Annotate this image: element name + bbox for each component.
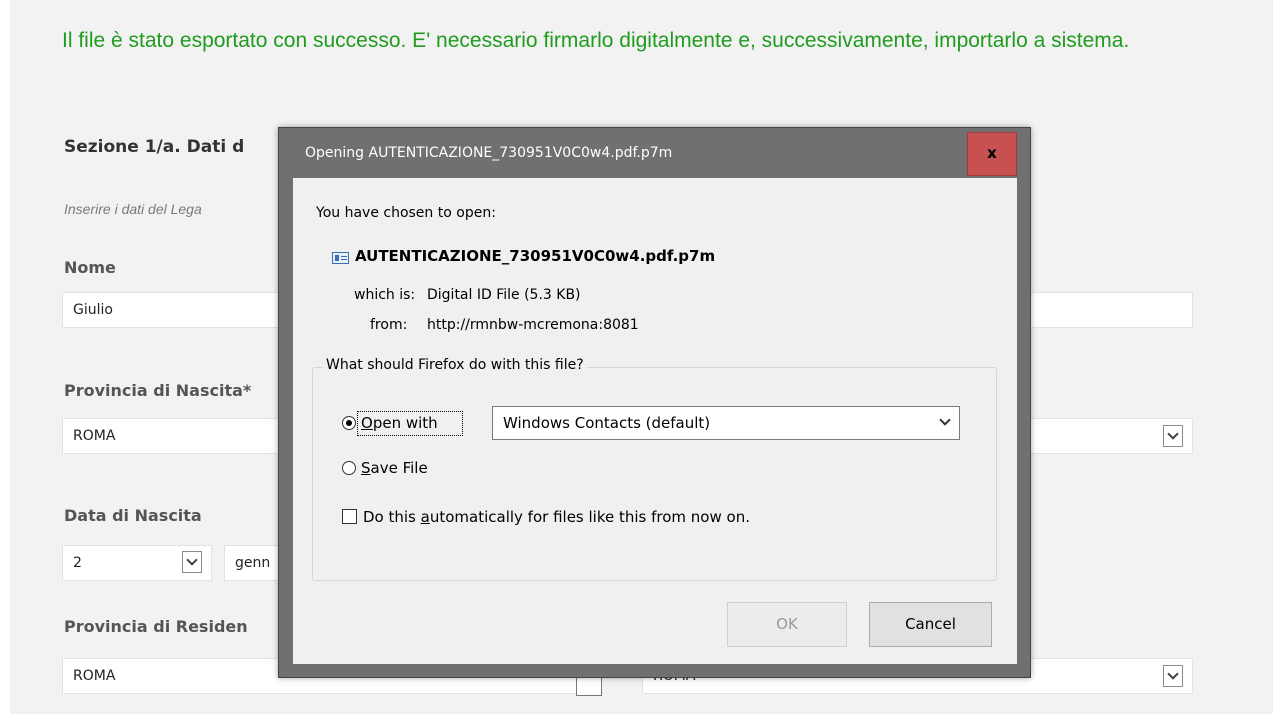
data-nascita-label: Data di Nascita [64, 506, 202, 525]
digital-id-file-icon [332, 252, 349, 264]
ok-button[interactable]: OK [727, 602, 847, 647]
save-file-radio[interactable] [342, 461, 356, 475]
residenza-checkbox[interactable] [576, 676, 602, 696]
section-title: Sezione 1/a. Dati d [64, 137, 245, 157]
chevron-down-icon [939, 414, 951, 426]
file-action-legend: What should Firefox do with this file? [323, 357, 587, 373]
section-hint: Inserire i dati del Lega [64, 201, 202, 217]
comune-residenza-dropdown-icon[interactable] [1163, 665, 1183, 687]
provincia-residenza-label: Provincia di Residen [64, 617, 248, 636]
nome-label: Nome [64, 258, 116, 277]
giorno-dropdown-icon[interactable] [182, 551, 202, 573]
open-with-radio[interactable] [342, 416, 356, 430]
from-label: from: [370, 317, 408, 333]
provincia-nascita-dropdown-icon[interactable] [1163, 425, 1183, 447]
chosen-to-open-label: You have chosen to open: [316, 205, 496, 221]
dialog-body: You have chosen to open: AUTENTICAZIONE_… [293, 178, 1017, 664]
auto-action-checkbox[interactable] [342, 509, 357, 524]
file-source-url: http://rmnbw-mcremona:8081 [427, 317, 639, 333]
dialog-titlebar[interactable]: Opening AUTENTICAZIONE_730951V0C0w4.pdf.… [279, 128, 1030, 178]
open-with-app-select[interactable]: Windows Contacts (default) [492, 406, 960, 440]
success-message: Il file è stato esportato con successo. … [62, 29, 1130, 52]
open-file-dialog: Opening AUTENTICAZIONE_730951V0C0w4.pdf.… [278, 127, 1031, 678]
dialog-title: Opening AUTENTICAZIONE_730951V0C0w4.pdf.… [305, 145, 673, 161]
auto-action-label[interactable]: Do this automatically for files like thi… [363, 508, 750, 526]
provincia-nascita-label: Provincia di Nascita* [64, 381, 252, 400]
open-with-label[interactable]: Open with [361, 414, 438, 432]
open-with-app-value: Windows Contacts (default) [503, 414, 711, 432]
file-name: AUTENTICAZIONE_730951V0C0w4.pdf.p7m [355, 247, 716, 265]
file-type-value: Digital ID File (5.3 KB) [427, 287, 581, 303]
which-is-label: which is: [354, 287, 416, 303]
save-file-label[interactable]: Save File [361, 459, 428, 477]
cancel-button[interactable]: Cancel [869, 602, 992, 647]
close-button[interactable]: x [967, 132, 1017, 176]
